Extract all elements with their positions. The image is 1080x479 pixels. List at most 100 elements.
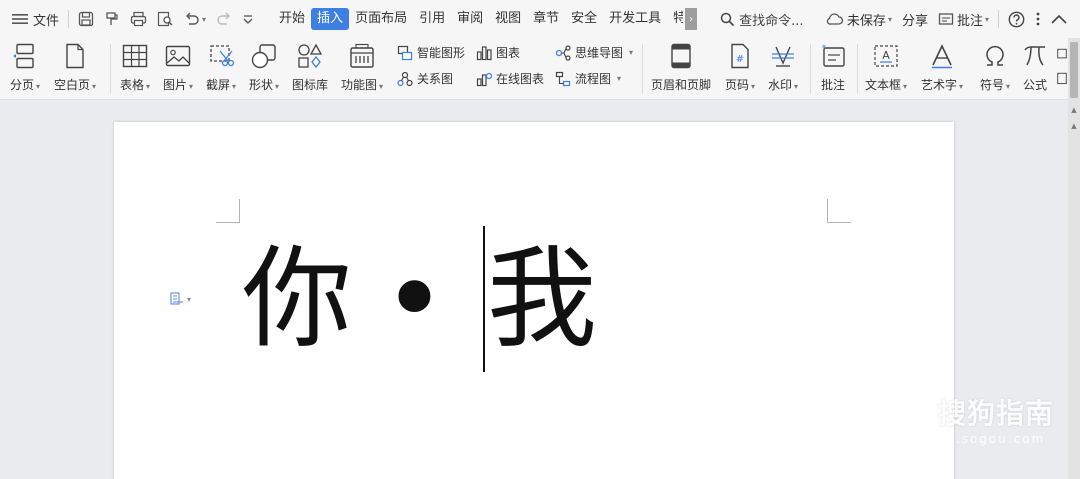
customize-icon xyxy=(243,15,253,24)
margin-corner-top-left xyxy=(216,199,240,223)
help-icon xyxy=(1008,11,1025,27)
print-icon xyxy=(130,11,147,27)
blank-page-button[interactable]: 空白页 ▾ xyxy=(54,42,96,93)
chevron-right-icon: › xyxy=(689,13,694,25)
smart-art-button[interactable]: 智能图形 xyxy=(397,44,465,61)
online-chart-button[interactable]: 在线图表 xyxy=(476,70,544,87)
screenshot-button[interactable]: 截屏 ▾ xyxy=(206,42,236,93)
hamburger-icon xyxy=(12,13,28,25)
insert-comment-icon: * xyxy=(822,44,845,67)
icon-library-button[interactable]: 图标库 xyxy=(292,42,328,93)
tab-security[interactable]: 安全 xyxy=(565,8,603,30)
comment-icon xyxy=(938,12,954,25)
insert-ribbon: 分页 ▾ 空白页 ▾ 表格 ▾ 图片 ▾ 截屏 ▾ 形状 ▾ 图标库 功能图 ▾ 智能图形 图… xyxy=(0,38,1068,100)
chevron-down-icon: ▾ xyxy=(187,294,192,304)
save-status-button[interactable]: 未保存 ▾ xyxy=(821,7,897,31)
tab-view[interactable]: 视图 xyxy=(489,8,527,30)
document-page[interactable]: ▾ 你 • 我 xyxy=(114,122,954,479)
insert-comment-button[interactable]: * 批注 xyxy=(820,42,846,93)
table-icon xyxy=(122,44,148,68)
icon-library-label: 图标库 xyxy=(292,78,329,92)
smart-art-icon xyxy=(397,45,413,60)
tab-developer[interactable]: 开发工具 xyxy=(603,8,667,30)
shape-button[interactable]: 形状 ▾ xyxy=(249,42,279,93)
scroll-up-icon[interactable]: ▲ xyxy=(1068,122,1080,130)
symbol-button[interactable]: 符号 ▾ xyxy=(980,42,1010,93)
scrollbar-thumb[interactable] xyxy=(1070,42,1078,98)
tab-special[interactable]: 特 xyxy=(667,8,683,30)
print-button[interactable] xyxy=(125,7,152,31)
bar-chart-icon xyxy=(476,45,492,60)
tab-references[interactable]: 引用 xyxy=(413,8,451,30)
document-dot: • xyxy=(382,235,447,363)
document-body-text[interactable]: 你 • 我 xyxy=(242,226,597,372)
text-box-button[interactable]: A 文本框 ▾ xyxy=(865,42,907,93)
tab-insert[interactable]: 插入 xyxy=(311,8,350,30)
file-menu-label: 文件 xyxy=(33,13,60,29)
chevron-down-icon: ▾ xyxy=(202,14,207,24)
comment-menu-button[interactable]: 批注 ▾ xyxy=(933,7,994,31)
function-chart-button[interactable]: 功能图 ▾ xyxy=(341,42,383,93)
word-art-label: 艺术字 xyxy=(921,78,958,92)
screenshot-icon xyxy=(210,45,235,67)
redo-button[interactable] xyxy=(211,7,237,31)
undo-button[interactable]: ▾ xyxy=(179,7,211,31)
comment-menu-label: 批注 xyxy=(956,13,983,29)
picture-label: 图片 xyxy=(163,78,188,92)
paragraph-layout-icon xyxy=(170,292,183,305)
tab-start[interactable]: 开始 xyxy=(273,8,311,30)
page-number-button[interactable]: # 页码 ▾ xyxy=(725,42,755,93)
tab-section[interactable]: 章节 xyxy=(527,8,565,30)
screenshot-label: 截屏 xyxy=(206,78,231,92)
chevron-down-icon: ▾ xyxy=(629,48,634,57)
watermark-button[interactable]: 水印 ▾ xyxy=(768,42,798,93)
ribbon-overflow-item[interactable] xyxy=(1056,44,1068,94)
chevron-down-icon: ▾ xyxy=(617,74,622,83)
page-number-label: 页码 xyxy=(725,78,750,92)
tab-page-layout[interactable]: 页面布局 xyxy=(349,8,413,30)
print-preview-button[interactable] xyxy=(152,7,179,31)
share-button[interactable]: 分享 xyxy=(897,7,933,31)
undo-icon xyxy=(186,12,199,25)
scroll-up-icon[interactable]: ▲ xyxy=(1068,106,1080,114)
search-icon xyxy=(720,12,735,26)
help-button[interactable] xyxy=(1003,7,1030,31)
divider xyxy=(642,44,643,94)
more-options-button[interactable] xyxy=(1030,7,1046,31)
tab-review[interactable]: 审阅 xyxy=(451,8,489,30)
flow-chart-button[interactable]: 流程图 ▾ xyxy=(555,70,621,87)
chart-label: 图表 xyxy=(496,46,521,60)
insert-comment-label: 批注 xyxy=(820,78,845,92)
picture-button[interactable]: 图片 ▾ xyxy=(163,42,193,93)
mind-map-button[interactable]: 思维导图 ▾ xyxy=(555,44,633,61)
page-break-button[interactable]: 分页 ▾ xyxy=(10,42,40,93)
word-art-button[interactable]: 艺术字 ▾ xyxy=(921,42,963,93)
format-painter-button[interactable] xyxy=(99,7,125,31)
pi-icon xyxy=(1024,46,1045,66)
watermark-label: 水印 xyxy=(768,78,793,92)
save-button[interactable] xyxy=(73,7,99,31)
document-char: 我 xyxy=(486,235,597,363)
chevron-down-icon: ▾ xyxy=(903,82,908,91)
header-footer-button[interactable]: 页眉和页脚 xyxy=(651,42,711,93)
smart-art-label: 智能图形 xyxy=(417,46,466,60)
collapse-ribbon-button[interactable] xyxy=(1046,7,1072,31)
flow-chart-icon xyxy=(555,71,571,86)
function-chart-label: 功能图 xyxy=(341,78,378,92)
sogou-watermark: S 搜狗指南 zhinan.sogou.com xyxy=(900,392,1070,452)
tabs-scroll-right-button[interactable]: › xyxy=(685,8,698,30)
file-menu-button[interactable]: 文件 xyxy=(0,7,64,31)
save-icon xyxy=(78,11,94,27)
command-search[interactable]: 查找命令... xyxy=(715,7,808,31)
chart-button[interactable]: 图表 xyxy=(476,44,520,61)
quick-access-dropdown[interactable] xyxy=(237,7,259,31)
page-number-icon: # xyxy=(731,43,749,69)
chevron-up-icon xyxy=(1051,14,1067,24)
formula-button[interactable]: 公式 xyxy=(1022,42,1048,93)
chevron-down-icon: ▾ xyxy=(232,82,237,91)
more-vertical-icon xyxy=(1036,12,1040,26)
relation-chart-button[interactable]: 关系图 xyxy=(397,70,453,87)
paragraph-layout-button[interactable]: ▾ xyxy=(170,292,191,306)
table-button[interactable]: 表格 ▾ xyxy=(120,42,150,93)
margin-corner-top-right xyxy=(827,199,851,223)
